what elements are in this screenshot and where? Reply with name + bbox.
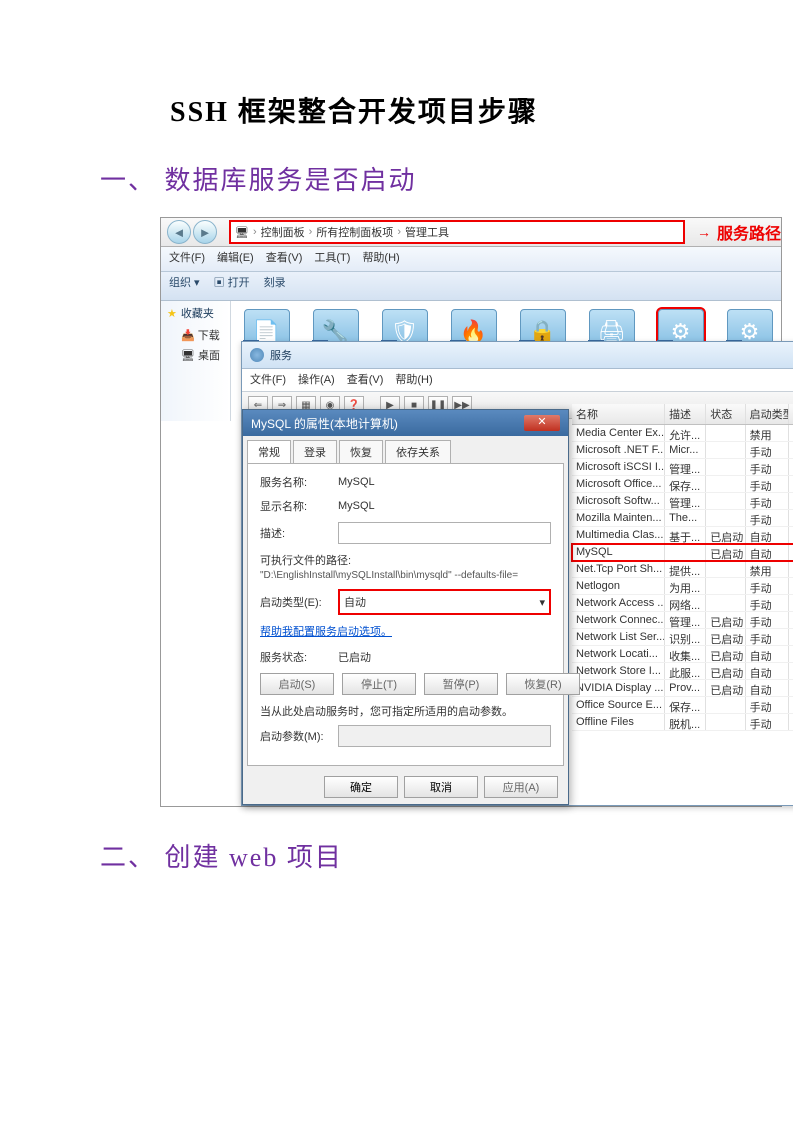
menu-bar[interactable]: 文件(F)编辑(E)查看(V)工具(T)帮助(H) — [161, 247, 781, 272]
ok-button[interactable]: 确定 — [324, 776, 398, 798]
stop-button[interactable]: 停止(T) — [342, 673, 416, 695]
table-row[interactable]: Net.Tcp Port Sh...提供...禁用本地服务 — [572, 561, 793, 578]
table-row[interactable]: Mozilla Mainten...The...手动本地系统 — [572, 510, 793, 527]
table-row[interactable]: MySQL已启动自动本地系统 — [572, 544, 793, 561]
services-title: 服务 — [242, 342, 793, 369]
start-params-input — [338, 725, 551, 747]
dialog-tabs: 常规登录恢复依存关系 — [243, 436, 568, 463]
page-title: SSH 框架整合开发项目步骤 — [170, 90, 693, 130]
table-row[interactable]: NVIDIA Display ...Prov...已启动自动本地系统 — [572, 680, 793, 697]
start-button[interactable]: 启动(S) — [260, 673, 334, 695]
table-row[interactable]: Netlogon为用...手动本地系统 — [572, 578, 793, 595]
back-button[interactable]: ◄ — [167, 220, 191, 244]
table-row[interactable]: Multimedia Clas...基于...已启动自动本地系统 — [572, 527, 793, 544]
table-row[interactable]: Microsoft Softw...管理...手动本地系统 — [572, 493, 793, 510]
table-row[interactable]: Network Access ...网络...手动网络服务 — [572, 595, 793, 612]
tab[interactable]: 依存关系 — [385, 440, 451, 463]
table-row[interactable]: Network Store I...此服...已启动自动本地服务 — [572, 663, 793, 680]
table-row[interactable]: Media Center Ex...允许...禁用本地服务 — [572, 425, 793, 442]
tab[interactable]: 恢复 — [339, 440, 383, 463]
sidebar-item[interactable]: 🖥 桌面 — [167, 345, 224, 365]
dialog-titlebar: MySQL 的属性(本地计算机) ✕ — [243, 410, 568, 436]
tab[interactable]: 登录 — [293, 440, 337, 463]
heading-2: 二、 创建 web 项目 — [100, 837, 693, 874]
arrow-icon: → — [697, 224, 711, 240]
table-row[interactable]: Network Connec...管理...已启动手动本地系统 — [572, 612, 793, 629]
tab[interactable]: 常规 — [247, 440, 291, 463]
table-row[interactable]: Microsoft .NET F...Micr...手动本地系统 — [572, 442, 793, 459]
cancel-button[interactable]: 取消 — [404, 776, 478, 798]
breadcrumb-label: 服务路径 — [717, 220, 781, 244]
sidebar-item[interactable]: 📥 下载 — [167, 325, 224, 345]
breadcrumb-bar: ◄ ► 🖥›控制面板›所有控制面板项›管理工具 → 服务路径 — [161, 218, 781, 247]
screenshot-1: ◄ ► 🖥›控制面板›所有控制面板项›管理工具 → 服务路径 文件(F)编辑(E… — [160, 217, 782, 807]
heading-1: 一、 数据库服务是否启动 — [100, 160, 693, 197]
resume-button[interactable]: 恢复(R) — [506, 673, 580, 695]
description-input[interactable] — [338, 522, 551, 544]
properties-dialog: MySQL 的属性(本地计算机) ✕ 常规登录恢复依存关系 服务名称:MySQL… — [242, 409, 569, 805]
startup-type-select[interactable]: 自动▾ — [338, 589, 551, 615]
apply-button[interactable]: 应用(A) — [484, 776, 558, 798]
table-row[interactable]: Network List Ser...识别...已启动手动本地服务 — [572, 629, 793, 646]
table-row[interactable]: Microsoft Office...保存...手动本地系统 — [572, 476, 793, 493]
toolbar[interactable]: 组织 ▾▣ 打开刻录 — [161, 272, 781, 301]
close-button[interactable]: ✕ — [524, 415, 560, 431]
table-row[interactable]: Offline Files脱机...手动本地系统 — [572, 714, 793, 731]
pause-button[interactable]: 暂停(P) — [424, 673, 498, 695]
services-menu[interactable]: 文件(F)操作(A)查看(V)帮助(H) — [242, 369, 793, 392]
table-row[interactable]: Microsoft iSCSI I...管理...手动本地系统 — [572, 459, 793, 476]
gear-icon — [250, 348, 264, 362]
forward-button[interactable]: ► — [193, 220, 217, 244]
breadcrumb[interactable]: 🖥›控制面板›所有控制面板项›管理工具 — [229, 220, 685, 244]
help-link[interactable]: 帮助我配置服务启动选项。 — [260, 623, 551, 639]
table-row[interactable]: Office Source E...保存...手动本地系统 — [572, 697, 793, 714]
services-window: 服务 文件(F)操作(A)查看(V)帮助(H) ⇐⇒▦◉❓ ▶■❚❚▶▶ 名称描… — [241, 341, 793, 806]
list-header[interactable]: 名称描述状态启动类型登录为 — [572, 404, 793, 425]
sidebar: ★收藏夹 📥 下载 🖥 桌面 — [161, 301, 231, 421]
table-row[interactable]: Network Locati...收集...已启动自动网络服务 — [572, 646, 793, 663]
services-list: 名称描述状态启动类型登录为 Media Center Ex...允许...禁用本… — [572, 404, 793, 731]
